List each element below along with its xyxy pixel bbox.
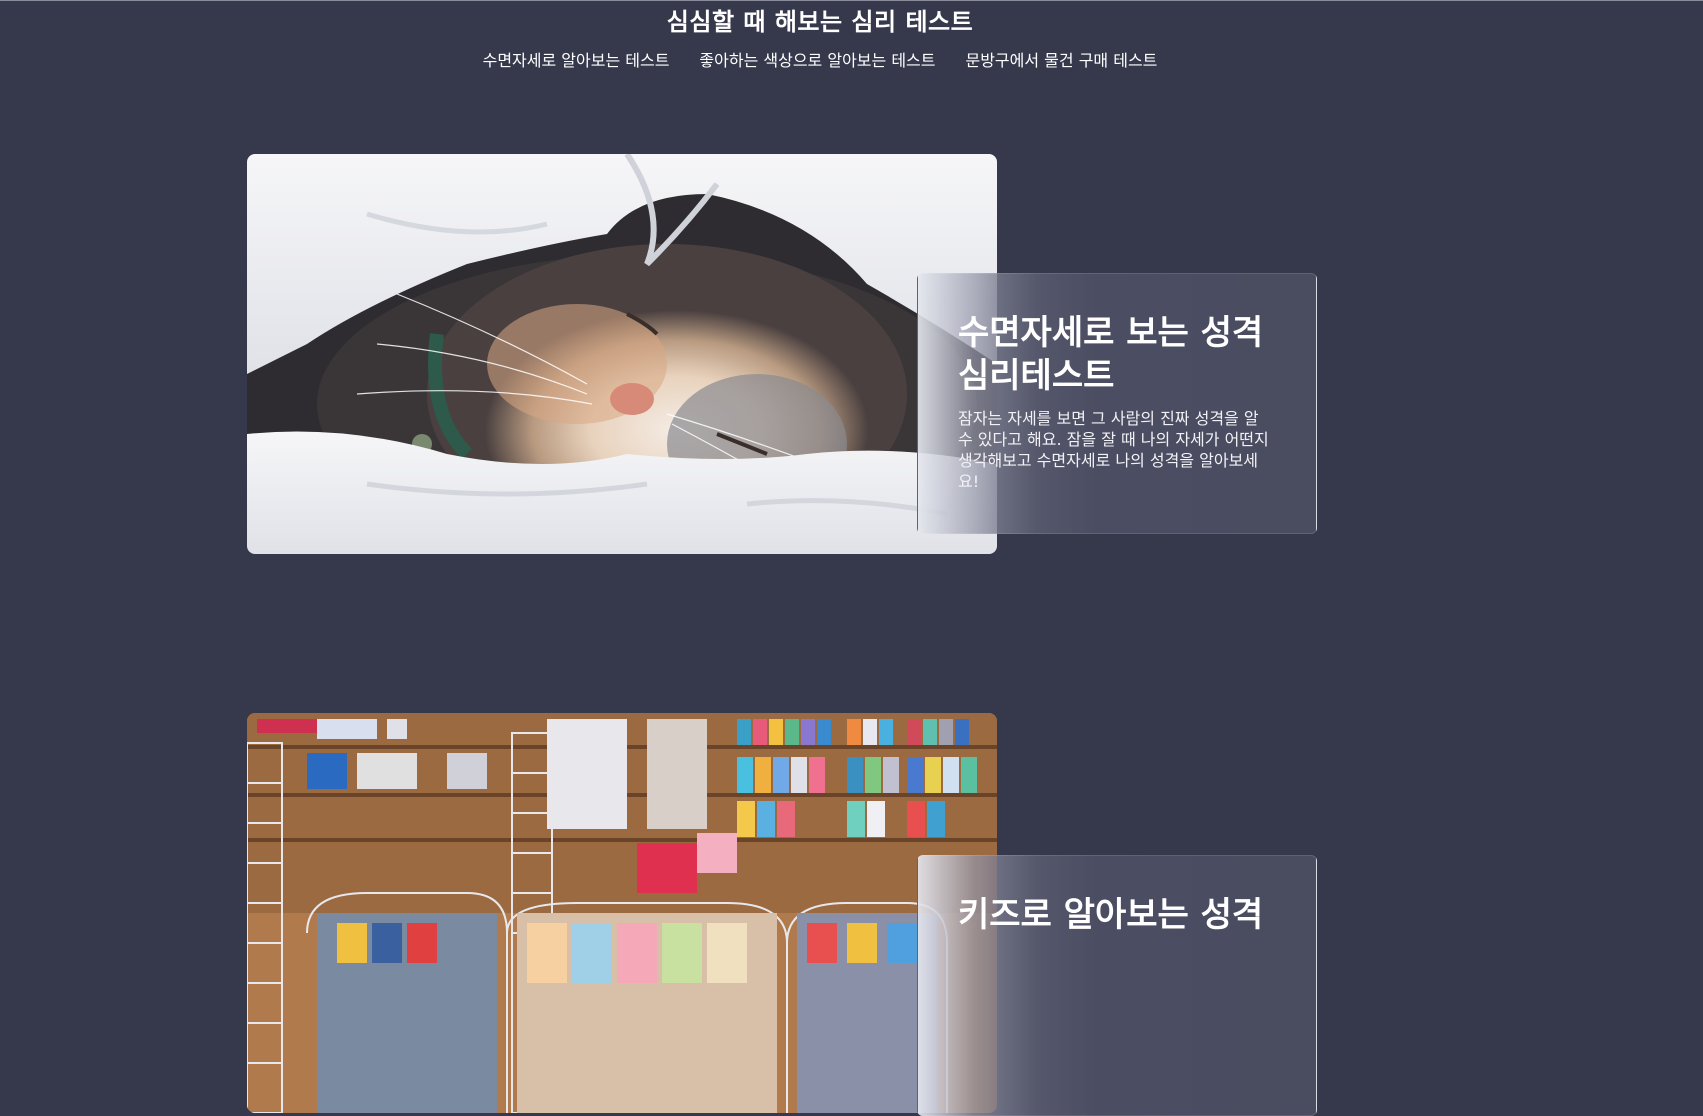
card-image-sleeping-cat[interactable]	[247, 154, 997, 554]
nav-link-sleep-test[interactable]: 수면자세로 알아보는 테스트	[483, 47, 670, 71]
stationery-store-photo	[247, 713, 997, 1113]
main-nav: 수면자세로 알아보는 테스트 좋아하는 색상으로 알아보는 테스트 문방구에서 …	[0, 47, 1640, 71]
sleeping-cat-photo	[247, 154, 997, 554]
card-image-stationery-store[interactable]	[247, 713, 997, 1113]
nav-link-stationery-test[interactable]: 문방구에서 물건 구매 테스트	[965, 47, 1157, 71]
site-title: 심심할 때 해보는 심리 테스트	[666, 8, 974, 36]
top-border	[0, 0, 1703, 1]
card-description: 잠자는 자세를 보면 그 사람의 진짜 성격을 알 수 있다고 해요. 잠을 잘…	[958, 409, 1269, 491]
card-info-stationery-test[interactable]: 키즈로 알아보는 성격	[917, 855, 1317, 1116]
nav-link-color-test[interactable]: 좋아하는 색상으로 알아보는 테스트	[699, 47, 935, 71]
card-title: 키즈로 알아보는 성격	[958, 895, 1264, 935]
card-info-sleep-test[interactable]: 수면자세로 보는 성격 심리테스트 잠자는 자세를 보면 그 사람의 진짜 성격…	[917, 273, 1317, 534]
card-title: 수면자세로 보는 성격 심리테스트	[958, 313, 1264, 396]
